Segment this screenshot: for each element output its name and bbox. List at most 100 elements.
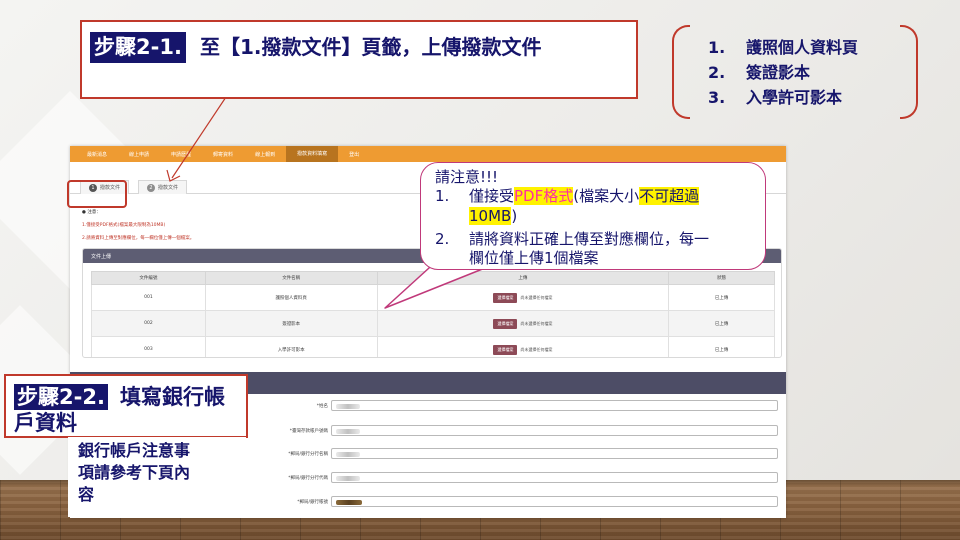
branch-code-input[interactable] [331, 472, 778, 483]
step1-label: 步驟2-1. [90, 32, 186, 63]
nav-mail[interactable]: 郵寄資料 [202, 151, 244, 158]
col-header: 上傳 [376, 271, 670, 285]
note-line: 項請參考下頁內 [78, 463, 191, 482]
redacted-value [336, 429, 360, 434]
nav-apply[interactable]: 線上申請 [118, 151, 160, 158]
documents-table: 文件編號 文件名稱 上傳 狀態 001 護照個人資料頁 選擇檔案 尚未選擇任何檔案… [91, 271, 775, 357]
doc-status: 已上傳 [668, 310, 775, 337]
field-label: *郵局/銀行帳號 [297, 500, 328, 505]
notice-item-1: 1. 僅接受PDF格式(檔案大小不可超過 [435, 186, 700, 206]
tab-label: 撥款文件 [100, 185, 121, 191]
size-limit-highlight: 不可超過 [639, 187, 700, 205]
item-text: 簽證影本 [746, 63, 811, 82]
file-status-text: 尚未選擇任何檔案 [520, 346, 553, 352]
note-item: 1.僅接受PDF格式(檔案最大限制為10MB) [82, 223, 166, 228]
tab-second[interactable]: 2 撥款文件 [138, 180, 188, 194]
notes-title: ● 注意： [82, 210, 101, 215]
tab-payment-documents[interactable]: 1 撥款文件 [80, 180, 130, 194]
doc-number: 003 [91, 336, 206, 357]
left-bracket [672, 25, 690, 119]
nav-logout[interactable]: 登出 [338, 151, 370, 158]
doc-name: 護照個人資料頁 [204, 284, 378, 311]
notice-text: 欄位僅上傳1個檔案 [469, 249, 599, 267]
field-label: *郵局/銀行分行代碼 [288, 476, 328, 481]
step2-instruction: 填寫銀行帳 [120, 385, 225, 409]
step2-callout: 步驟2-2. 填寫銀行帳 戶資料 [4, 374, 248, 438]
note-line: 銀行帳戶注意事 [78, 441, 191, 460]
size-value-highlight: 10MB [469, 207, 512, 225]
notice-item-2-cont: 欄位僅上傳1個檔案 [469, 248, 599, 268]
required-documents-box: 1. 護照個人資料頁 2. 簽證影本 3. 入學許可影本 [672, 25, 918, 119]
account-name-input[interactable] [331, 400, 778, 411]
doc-status: 已上傳 [668, 336, 775, 357]
note-line: 容 [78, 485, 95, 504]
step1-callout: 步驟2-1. 至【1.撥款文件】頁籤，上傳撥款文件 [80, 20, 638, 99]
redacted-value [336, 404, 360, 409]
field-label: *姓名 [316, 404, 328, 409]
notice-title: 請注意!!! [435, 168, 499, 186]
notice-text: (檔案大小 [573, 187, 640, 205]
upload-cell: 選擇檔案 尚未選擇任何檔案 [376, 284, 670, 311]
item-number: 2. [435, 230, 450, 248]
list-item: 1. 護照個人資料頁 [708, 35, 858, 60]
step1-instruction: 至【1.撥款文件】頁籤，上傳撥款文件 [200, 35, 542, 59]
choose-file-button[interactable]: 選擇檔案 [493, 292, 518, 303]
item-number: 3. [708, 88, 726, 107]
doc-status: 已上傳 [668, 284, 775, 311]
item-number: 1. [708, 38, 726, 57]
upload-cell: 選擇檔案 尚未選擇任何檔案 [376, 336, 670, 357]
notice-text: ) [511, 207, 518, 225]
col-header: 文件名稱 [204, 271, 378, 285]
notice-text: 請將資料正確上傳至對應欄位，每一 [469, 230, 710, 248]
notice-callout: 請注意!!! 1. 僅接受PDF格式(檔案大小不可超過 10MB) 2. 請將資料正… [420, 162, 766, 270]
pdf-format-highlight: PDF格式 [514, 187, 574, 205]
nav-history[interactable]: 申請歷程 [160, 151, 202, 158]
bank-account-input[interactable] [331, 496, 778, 507]
list-item: 3. 入學許可影本 [708, 85, 858, 110]
nav-payment[interactable]: 撥款資料填寫 [286, 146, 339, 162]
step2-label: 步驟2-2. [14, 384, 108, 410]
note-item: 2.請將資料上傳至對應欄位，每一欄位僅上傳一個檔案。 [82, 236, 195, 241]
top-nav-bar: 最新消息 線上申請 申請歷程 郵寄資料 線上報到 撥款資料填寫 登出 [70, 146, 786, 162]
upload-notes: ● 注意： 1.僅接受PDF格式(檔案最大限制為10MB) 2.請將資料上傳至對… [82, 206, 194, 245]
tab-number: 1 [89, 183, 97, 192]
field-label: *臺灣存款帳戶號碼 [289, 429, 328, 434]
col-header: 狀態 [668, 271, 775, 285]
notice-text: 僅接受 [469, 187, 515, 205]
doc-number: 002 [91, 310, 206, 337]
account-number-input[interactable] [331, 425, 778, 436]
notice-item-2: 2. 請將資料正確上傳至對應欄位，每一 [435, 229, 709, 249]
doc-name: 入學許可影本 [204, 336, 378, 357]
item-text: 入學許可影本 [746, 88, 843, 107]
step2-instruction-cont: 戶資料 [14, 411, 77, 435]
right-bracket [900, 25, 918, 119]
list-item: 2. 簽證影本 [708, 60, 858, 85]
required-documents-list: 1. 護照個人資料頁 2. 簽證影本 3. 入學許可影本 [708, 35, 858, 110]
redacted-value [336, 452, 360, 457]
redacted-value [336, 500, 362, 505]
redacted-value [336, 476, 360, 481]
table-row: 003 入學許可影本 選擇檔案 尚未選擇任何檔案 已上傳 [91, 336, 775, 357]
doc-name: 簽證影本 [204, 310, 378, 337]
col-header: 文件編號 [91, 271, 206, 285]
table-header-row: 文件編號 文件名稱 上傳 狀態 [91, 271, 775, 285]
file-status-text: 尚未選擇任何檔案 [520, 294, 553, 300]
notice-item-1-cont: 10MB) [469, 206, 517, 226]
choose-file-button[interactable]: 選擇檔案 [493, 344, 518, 355]
nav-checkin[interactable]: 線上報到 [244, 151, 286, 158]
bank-account-note: 銀行帳戶注意事 項請參考下頁內 容 [68, 437, 246, 517]
field-label: *郵局/銀行分行名稱 [288, 452, 328, 457]
doc-number: 001 [91, 284, 206, 311]
item-text: 護照個人資料頁 [746, 38, 859, 57]
tab-number: 2 [147, 183, 155, 192]
file-status-text: 尚未選擇任何檔案 [520, 320, 553, 326]
nav-news[interactable]: 最新消息 [76, 151, 118, 158]
branch-name-input[interactable] [331, 448, 778, 459]
upload-cell: 選擇檔案 尚未選擇任何檔案 [376, 310, 670, 337]
tab-label: 撥款文件 [158, 185, 179, 191]
table-row: 001 護照個人資料頁 選擇檔案 尚未選擇任何檔案 已上傳 [91, 284, 775, 311]
table-row: 002 簽證影本 選擇檔案 尚未選擇任何檔案 已上傳 [91, 310, 775, 337]
choose-file-button[interactable]: 選擇檔案 [493, 318, 518, 329]
item-number: 2. [708, 63, 726, 82]
item-number: 1. [435, 187, 450, 205]
